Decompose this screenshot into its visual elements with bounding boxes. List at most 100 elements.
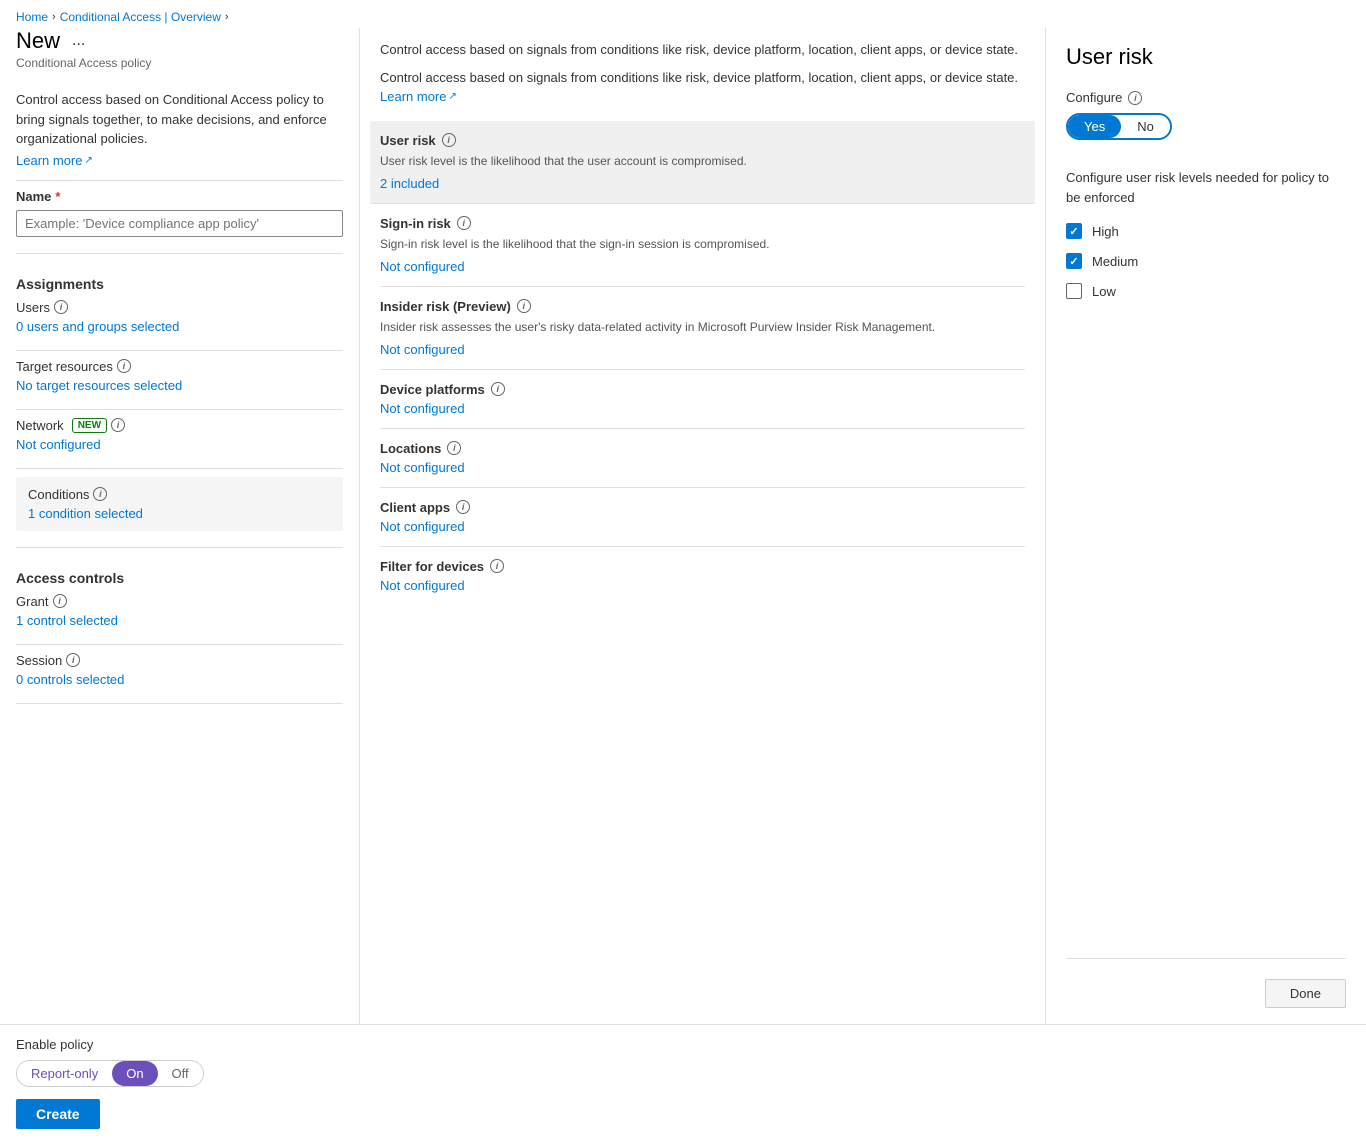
risk-level-item-high[interactable]: ✓ High — [1066, 223, 1346, 239]
left-description: Control access based on Conditional Acce… — [16, 90, 343, 149]
condition-item-locations[interactable]: Locations i Not configured — [380, 429, 1025, 488]
session-item: Session i 0 controls selected — [16, 653, 343, 687]
required-star: * — [55, 189, 60, 204]
checkmark: ✓ — [1069, 225, 1078, 238]
condition-title-text: Sign-in risk — [380, 216, 451, 231]
condition-info-icon-sign-in-risk[interactable]: i — [457, 216, 471, 230]
name-input[interactable] — [16, 210, 343, 237]
breadcrumb-overview[interactable]: Conditional Access | Overview — [60, 10, 221, 24]
condition-item-device-platforms[interactable]: Device platforms i Not configured — [380, 370, 1025, 429]
breadcrumb: Home › Conditional Access | Overview › — [0, 0, 1366, 28]
condition-title-text: Filter for devices — [380, 559, 484, 574]
page-title-area: New ... Conditional Access policy — [16, 28, 343, 78]
external-link-icon: ↗ — [84, 155, 92, 166]
session-link[interactable]: 0 controls selected — [16, 672, 124, 687]
yes-no-toggle[interactable]: Yes No — [1066, 113, 1172, 140]
name-label: Name — [16, 189, 51, 204]
on-option[interactable]: On — [112, 1061, 157, 1086]
create-button[interactable]: Create — [16, 1099, 100, 1129]
risk-levels-list: ✓ High ✓ Medium Low — [1066, 223, 1346, 313]
condition-title-text: Client apps — [380, 500, 450, 515]
condition-title-filter-devices: Filter for devices i — [380, 559, 1025, 574]
target-info-icon[interactable]: i — [117, 359, 131, 373]
condition-status-sign-in-risk[interactable]: Not configured — [380, 259, 1025, 274]
checkbox-low[interactable] — [1066, 283, 1082, 299]
condition-status-locations[interactable]: Not configured — [380, 460, 1025, 475]
configure-label-text: Configure — [1066, 90, 1122, 105]
done-button[interactable]: Done — [1265, 979, 1346, 1008]
grant-item: Grant i 1 control selected — [16, 594, 343, 628]
condition-info-icon-locations[interactable]: i — [447, 441, 461, 455]
left-panel: New ... Conditional Access policy Contro… — [0, 28, 360, 1024]
middle-ext-icon: ↗ — [448, 89, 456, 104]
ellipsis-button[interactable]: ... — [68, 32, 89, 50]
risk-level-item-medium[interactable]: ✓ Medium — [1066, 253, 1346, 269]
no-button[interactable]: No — [1121, 115, 1170, 138]
users-label: Users — [16, 300, 50, 315]
configure-info-icon[interactable]: i — [1128, 91, 1142, 105]
checkbox-label-low: Low — [1092, 284, 1116, 299]
checkbox-medium[interactable]: ✓ — [1066, 253, 1082, 269]
condition-info-icon-insider-risk[interactable]: i — [517, 299, 531, 313]
condition-item-user-risk[interactable]: User risk i User risk level is the likel… — [370, 121, 1035, 204]
condition-title-text: Insider risk (Preview) — [380, 299, 511, 314]
condition-title-text: Device platforms — [380, 382, 485, 397]
condition-status-user-risk: 2 included — [380, 176, 1025, 191]
conditions-list: User risk i User risk level is the likel… — [380, 121, 1025, 605]
condition-info-icon-client-apps[interactable]: i — [456, 500, 470, 514]
conditions-info-icon[interactable]: i — [93, 487, 107, 501]
network-label: Network — [16, 418, 64, 433]
left-learn-more[interactable]: Learn more ↗ — [16, 153, 343, 168]
breadcrumb-sep2: › — [225, 11, 229, 23]
condition-item-insider-risk[interactable]: Insider risk (Preview) i Insider risk as… — [380, 287, 1025, 370]
target-link[interactable]: No target resources selected — [16, 378, 182, 393]
condition-title-client-apps: Client apps i — [380, 500, 1025, 515]
condition-info-icon-filter-devices[interactable]: i — [490, 559, 504, 573]
conditions-item[interactable]: Conditions i 1 condition selected — [16, 477, 343, 531]
condition-item-client-apps[interactable]: Client apps i Not configured — [380, 488, 1025, 547]
condition-desc-insider-risk: Insider risk assesses the user's risky d… — [380, 318, 1025, 336]
checkbox-high[interactable]: ✓ — [1066, 223, 1082, 239]
breadcrumb-home[interactable]: Home — [16, 10, 48, 24]
report-only-option[interactable]: Report-only — [17, 1061, 112, 1086]
risk-level-item-low[interactable]: Low — [1066, 283, 1346, 299]
condition-title-locations: Locations i — [380, 441, 1025, 456]
access-controls-heading: Access controls — [16, 570, 343, 586]
users-item: Users i 0 users and groups selected — [16, 300, 343, 334]
condition-item-sign-in-risk[interactable]: Sign-in risk i Sign-in risk level is the… — [380, 204, 1025, 287]
condition-item-filter-devices[interactable]: Filter for devices i Not configured — [380, 547, 1025, 605]
session-label: Session — [16, 653, 62, 668]
condition-desc-user-risk: User risk level is the likelihood that t… — [380, 152, 1025, 170]
done-btn-area: Done — [1066, 958, 1346, 1008]
condition-status-device-platforms[interactable]: Not configured — [380, 401, 1025, 416]
network-link[interactable]: Not configured — [16, 437, 101, 452]
grant-info-icon[interactable]: i — [53, 594, 67, 608]
condition-desc-sign-in-risk: Sign-in risk level is the likelihood tha… — [380, 235, 1025, 253]
bottom-bar: Enable policy Report-only On Off Create — [0, 1024, 1366, 1141]
checkbox-label-high: High — [1092, 224, 1119, 239]
condition-info-icon-device-platforms[interactable]: i — [491, 382, 505, 396]
name-field-group: Name * — [16, 189, 343, 237]
conditions-link[interactable]: 1 condition selected — [28, 506, 143, 521]
users-link[interactable]: 0 users and groups selected — [16, 319, 179, 334]
users-info-icon[interactable]: i — [54, 300, 68, 314]
condition-status-insider-risk[interactable]: Not configured — [380, 342, 1025, 357]
condition-title-device-platforms: Device platforms i — [380, 382, 1025, 397]
network-item: Network NEW i Not configured — [16, 418, 343, 452]
checkbox-label-medium: Medium — [1092, 254, 1138, 269]
session-info-icon[interactable]: i — [66, 653, 80, 667]
network-info-icon[interactable]: i — [111, 418, 125, 432]
enable-policy-toggle[interactable]: Report-only On Off — [16, 1060, 204, 1087]
checkmark: ✓ — [1069, 255, 1078, 268]
middle-learn-more[interactable]: Learn more ↗ — [380, 87, 457, 107]
conditions-label: Conditions — [28, 487, 89, 502]
middle-description: Control access based on signals from con… — [380, 40, 1025, 60]
yes-button[interactable]: Yes — [1068, 115, 1121, 138]
off-option[interactable]: Off — [158, 1061, 203, 1086]
condition-status-client-apps[interactable]: Not configured — [380, 519, 1025, 534]
target-resources-item: Target resources i No target resources s… — [16, 359, 343, 393]
condition-status-filter-devices[interactable]: Not configured — [380, 578, 1025, 593]
condition-info-icon-user-risk[interactable]: i — [442, 133, 456, 147]
grant-link[interactable]: 1 control selected — [16, 613, 118, 628]
middle-panel: Control access based on signals from con… — [360, 28, 1046, 1024]
